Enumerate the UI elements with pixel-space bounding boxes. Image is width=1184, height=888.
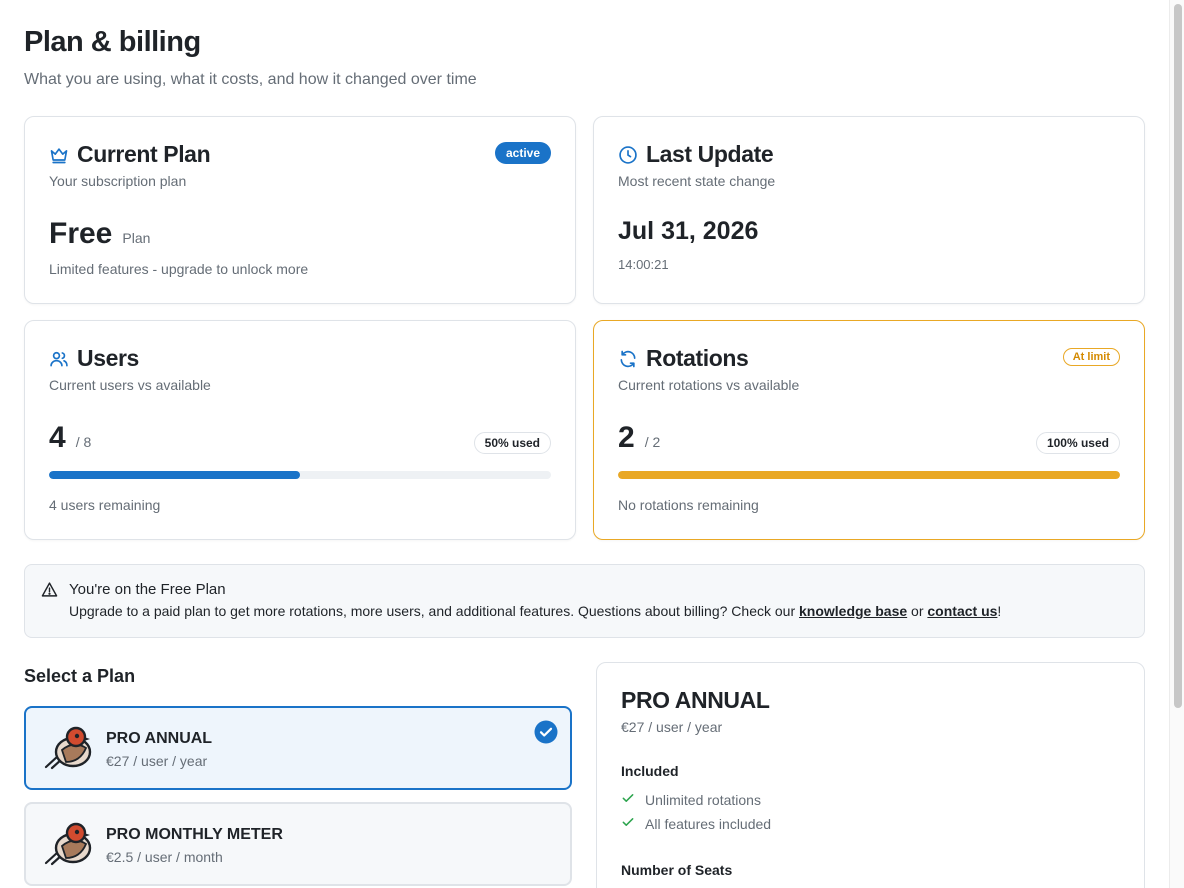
rotations-progress-bar	[618, 471, 1120, 479]
usage-badge: 50% used	[473, 432, 551, 454]
plan-option-price: €27 / user / year	[106, 753, 208, 769]
usage-badge: 100% used	[1035, 432, 1120, 454]
card-description: Current users vs available	[49, 377, 211, 393]
card-title: Users	[77, 345, 139, 371]
page-scrollbar[interactable]	[1169, 0, 1184, 888]
rotations-current: 2	[618, 421, 635, 454]
card-description: Current rotations vs available	[618, 377, 800, 393]
knowledge-base-link[interactable]: knowledge base	[799, 603, 907, 619]
plan-option-pro-annual[interactable]: PRO ANNUAL €27 / user / year	[24, 706, 572, 790]
card-description: Your subscription plan	[49, 173, 187, 189]
users-icon	[49, 349, 69, 369]
users-remaining: 4 users remaining	[49, 497, 161, 513]
feature-item: Unlimited rotations	[621, 791, 761, 808]
plan-option-price: €2.5 / user / month	[106, 849, 223, 865]
contact-us-link[interactable]: contact us	[927, 603, 997, 619]
banner-title: You're on the Free Plan	[69, 581, 226, 598]
banner-text-part: or	[907, 603, 928, 619]
clock-icon	[618, 145, 638, 165]
included-heading: Included	[621, 763, 679, 779]
free-plan-banner: You're on the Free Plan Upgrade to a pai…	[24, 564, 1145, 638]
feature-item: All features included	[621, 815, 771, 832]
check-circle-icon	[534, 720, 558, 749]
refresh-icon	[618, 349, 638, 369]
last-update-time: 14:00:21	[618, 257, 669, 272]
card-description: Most recent state change	[618, 173, 776, 189]
banner-text-part: Upgrade to a paid plan to get more rotat…	[69, 603, 799, 619]
current-plan-card: Current Plan active Your subscription pl…	[24, 116, 576, 304]
users-progress-fill	[49, 471, 300, 479]
plan-option-name: PRO ANNUAL	[106, 730, 213, 747]
users-total: / 8	[75, 434, 92, 450]
feature-label: Unlimited rotations	[645, 791, 761, 808]
check-icon	[621, 815, 635, 832]
users-current: 4	[49, 421, 66, 454]
banner-text: Upgrade to a paid plan to get more rotat…	[69, 603, 1001, 619]
rotations-total: / 2	[644, 434, 661, 450]
crown-icon	[49, 145, 69, 165]
bird-logo-icon	[42, 724, 94, 777]
card-title: Last Update	[646, 141, 774, 167]
status-badge: active	[494, 142, 551, 164]
detail-plan-price: €27 / user / year	[621, 719, 723, 735]
plan-note: Limited features - upgrade to unlock mor…	[49, 261, 309, 277]
plan-name: Free	[49, 217, 113, 250]
page-title: Plan & billing	[24, 26, 201, 58]
page-subtitle: What you are using, what it costs, and h…	[24, 71, 477, 88]
last-update-card: Last Update Most recent state change Jul…	[593, 116, 1145, 304]
rotations-remaining: No rotations remaining	[618, 497, 759, 513]
scrollbar-thumb[interactable]	[1174, 4, 1182, 708]
users-progress-bar	[49, 471, 551, 479]
rotations-card: Rotations At limit Current rotations vs …	[593, 320, 1145, 540]
select-plan-heading: Select a Plan	[24, 666, 136, 686]
card-title: Current Plan	[77, 141, 211, 167]
rotations-progress-fill	[618, 471, 1120, 479]
plan-option-name: PRO MONTHLY METER	[106, 826, 283, 843]
limit-badge: At limit	[1062, 348, 1120, 366]
users-card: Users Current users vs available 4 / 8 5…	[24, 320, 576, 540]
card-title: Rotations	[646, 345, 749, 371]
bird-logo-icon	[42, 820, 94, 873]
plan-option-pro-monthly-meter[interactable]: PRO MONTHLY METER €2.5 / user / month	[24, 802, 572, 886]
feature-label: All features included	[645, 815, 772, 832]
last-update-date: Jul 31, 2026	[618, 217, 759, 245]
detail-plan-title: PRO ANNUAL	[621, 687, 770, 713]
banner-text-part: !	[997, 603, 1002, 619]
seats-heading: Number of Seats	[621, 862, 733, 878]
plan-suffix: Plan	[122, 230, 151, 246]
warning-icon	[41, 581, 58, 603]
check-icon	[621, 791, 635, 808]
plan-detail-card: PRO ANNUAL €27 / user / year Included Un…	[596, 662, 1145, 888]
